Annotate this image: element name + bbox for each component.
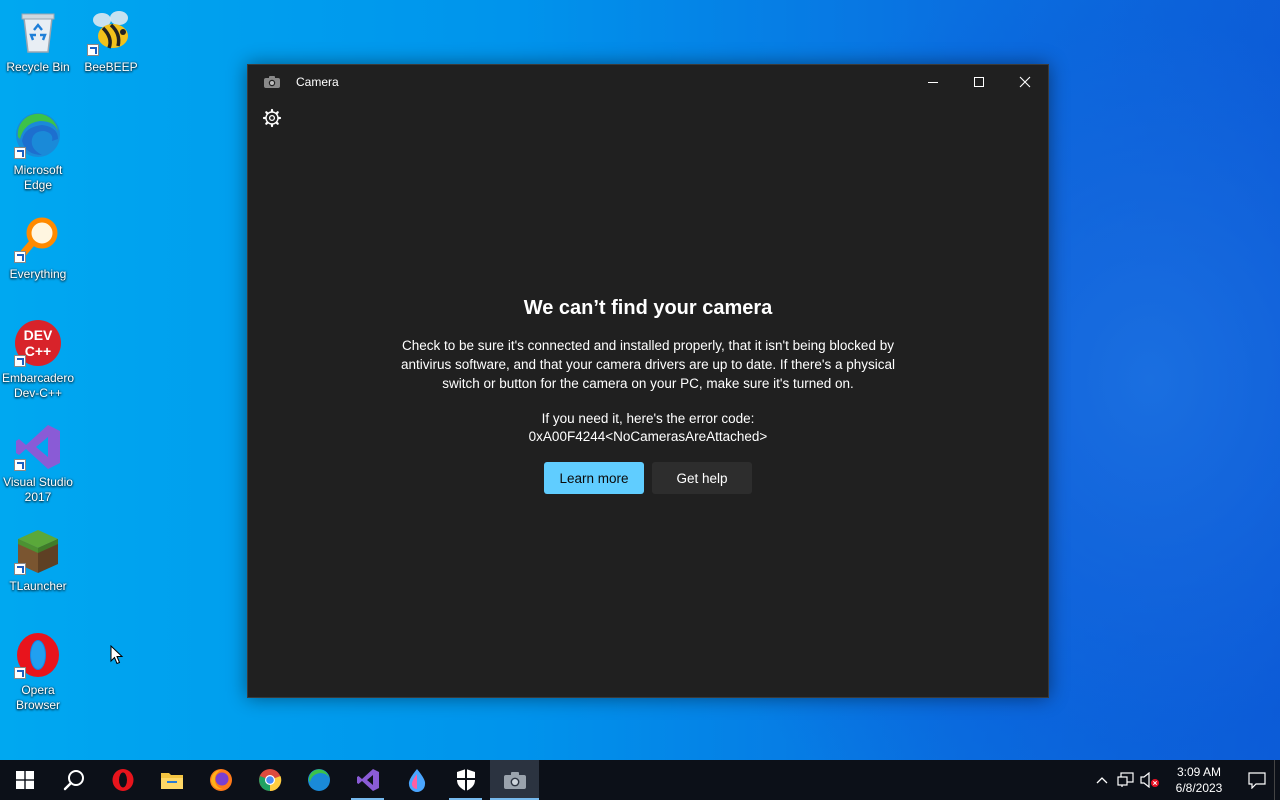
desktop-icon-opera[interactable]: Opera Browser (0, 631, 76, 713)
maximize-button[interactable] (956, 65, 1002, 99)
mouse-cursor-icon (110, 645, 124, 665)
window-title: Camera (296, 75, 339, 89)
volume-muted-icon (1140, 772, 1159, 788)
window-controls (910, 65, 1048, 99)
desktop-icon-label: BeeBEEP (84, 60, 138, 74)
search-icon (63, 770, 84, 791)
volume-button[interactable] (1138, 760, 1162, 800)
desktop-icon-edge[interactable]: Microsoft Edge (0, 111, 76, 193)
desktop-icon-label: Microsoft Edge (13, 163, 63, 192)
visual-studio-icon (356, 769, 379, 791)
error-message: We can’t find your camera Check to be su… (248, 297, 1048, 494)
edge-icon (307, 769, 330, 791)
shortcut-arrow-icon (14, 251, 26, 263)
desktop-icon-devcpp[interactable]: DEV C++ Embarcadero Dev-C++ (0, 319, 76, 401)
taskbar-visual-studio[interactable] (343, 760, 392, 800)
desktop-icon-label: Opera Browser (15, 683, 60, 712)
shortcut-arrow-icon (14, 355, 26, 367)
clock-date: 6/8/2023 (1175, 781, 1223, 795)
bee-icon (87, 8, 135, 56)
taskbar: 3:09 AM 6/8/2023 (0, 760, 1280, 800)
network-button[interactable] (1114, 760, 1138, 800)
taskbar-camera[interactable] (490, 760, 539, 800)
get-help-button[interactable]: Get help (652, 462, 752, 494)
camera-window: Camera We can’t find your camera Check t… (247, 64, 1049, 698)
magnifier-icon (14, 215, 62, 263)
visual-studio-icon (14, 423, 62, 471)
svg-text:DEV: DEV (24, 327, 53, 343)
taskbar-windows-security[interactable] (441, 760, 490, 800)
gear-icon (262, 108, 282, 128)
notification-icon (1248, 772, 1266, 789)
maximize-icon (974, 77, 984, 87)
taskbar-droplet-app[interactable] (392, 760, 441, 800)
security-shield-icon (456, 769, 475, 791)
start-icon (15, 771, 34, 789)
desktop-icon-label: TLauncher (9, 579, 67, 593)
shortcut-arrow-icon (87, 44, 99, 56)
desktop-icon-tlauncher[interactable]: TLauncher (0, 527, 76, 594)
devcpp-icon: DEV C++ (14, 319, 62, 367)
minimize-icon (928, 82, 938, 83)
chrome-icon (258, 769, 281, 792)
action-center-button[interactable] (1240, 760, 1274, 800)
desktop-icon-recycle-bin[interactable]: Recycle Bin (0, 8, 76, 75)
grass-block-icon (14, 527, 62, 575)
desktop-icon-everything[interactable]: Everything (0, 215, 76, 282)
desktop-icon-beebeep[interactable]: BeeBEEP (73, 8, 149, 75)
show-desktop-button[interactable] (1274, 760, 1280, 800)
minimize-button[interactable] (910, 65, 956, 99)
opera-icon (14, 631, 62, 679)
chevron-up-icon (1096, 777, 1108, 784)
desktop-icon-visual-studio[interactable]: Visual Studio 2017 (0, 423, 76, 505)
clock[interactable]: 3:09 AM 6/8/2023 (1168, 764, 1230, 796)
edge-icon (14, 111, 62, 159)
droplet-app-icon (408, 769, 425, 792)
start-button[interactable] (0, 760, 49, 800)
desktop-icon-label: Embarcadero Dev-C++ (1, 371, 75, 400)
desktop-icon-label: Everything (9, 267, 67, 281)
close-icon (1019, 76, 1031, 88)
opera-icon (112, 769, 133, 791)
clock-time: 3:09 AM (1176, 765, 1222, 779)
desktop-icon-label: Recycle Bin (6, 60, 70, 74)
network-icon (1117, 772, 1134, 787)
shortcut-arrow-icon (14, 147, 26, 159)
error-code-intro: If you need it, here's the error code: (541, 411, 755, 426)
learn-more-button[interactable]: Learn more (544, 462, 644, 494)
taskbar-chrome[interactable] (245, 760, 294, 800)
shortcut-arrow-icon (14, 667, 26, 679)
svg-text:C++: C++ (25, 343, 51, 359)
error-body: Check to be sure it's connected and inst… (400, 338, 896, 391)
system-tray: 3:09 AM 6/8/2023 (1090, 760, 1280, 800)
shortcut-arrow-icon (14, 563, 26, 575)
error-heading: We can’t find your camera (523, 297, 773, 319)
title-bar[interactable]: Camera (248, 65, 1048, 99)
firefox-icon (209, 769, 232, 791)
show-hidden-icons-button[interactable] (1090, 760, 1114, 800)
desktop-icon-label: Visual Studio 2017 (3, 475, 73, 504)
camera-icon (503, 772, 526, 789)
file-explorer-icon (160, 773, 183, 789)
taskbar-file-explorer[interactable] (147, 760, 196, 800)
camera-icon (263, 75, 281, 89)
taskbar-firefox[interactable] (196, 760, 245, 800)
settings-button[interactable] (262, 108, 282, 128)
close-button[interactable] (1002, 65, 1048, 99)
recycle-bin-icon (14, 8, 62, 56)
shortcut-arrow-icon (14, 459, 26, 471)
taskbar-search-button[interactable] (49, 760, 98, 800)
taskbar-opera[interactable] (98, 760, 147, 800)
error-code: 0xA00F4244<NoCamerasAreAttached> (528, 429, 768, 444)
taskbar-edge[interactable] (294, 760, 343, 800)
